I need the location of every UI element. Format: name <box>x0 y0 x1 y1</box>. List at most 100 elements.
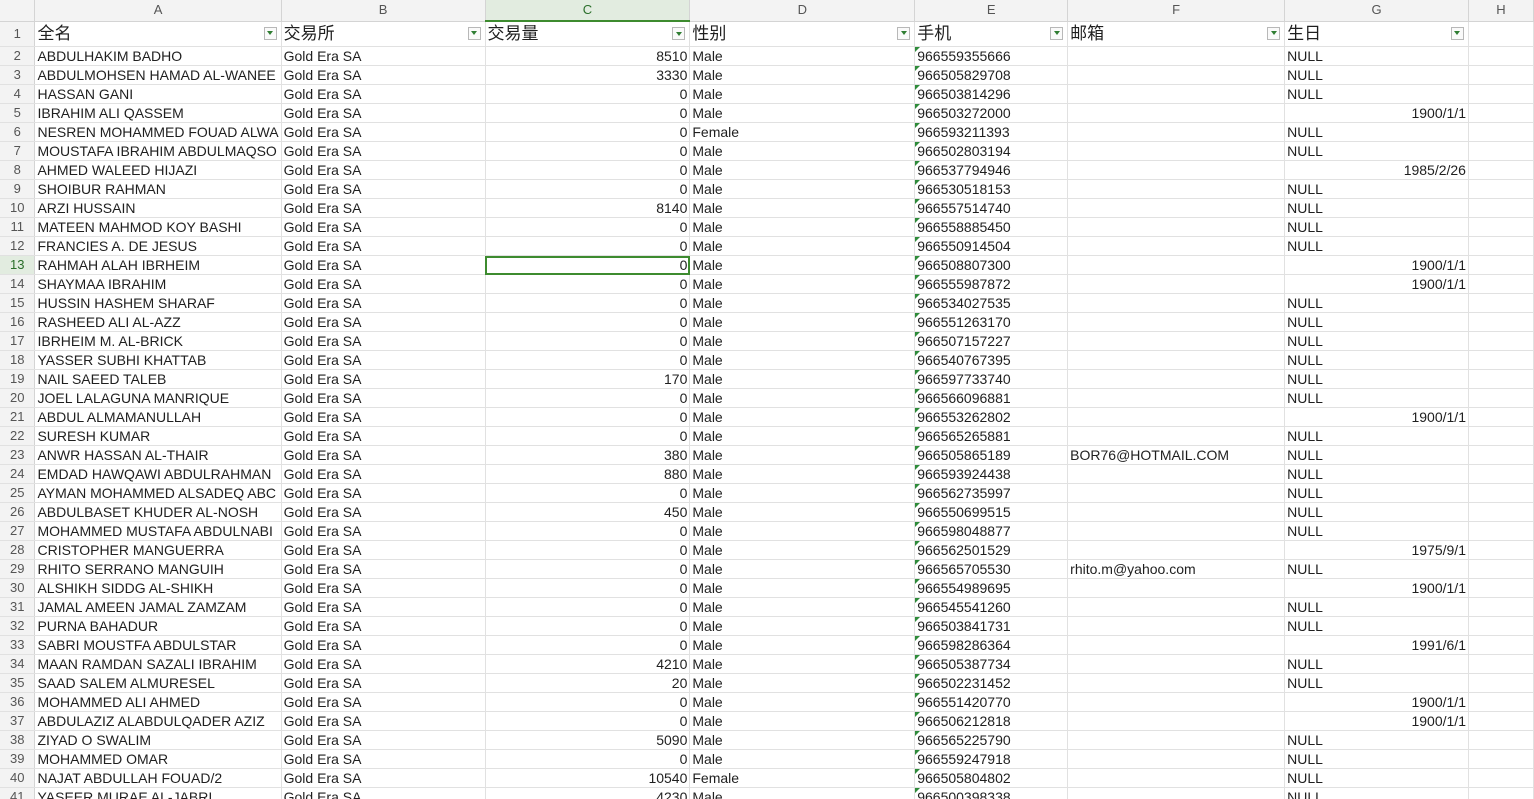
empty-cell[interactable] <box>1468 350 1534 370</box>
row-number[interactable]: 28 <box>0 540 36 560</box>
cell-phone[interactable]: 966505865189 <box>914 445 1069 465</box>
cell-volume[interactable]: 3330 <box>485 65 691 85</box>
cell-gender[interactable]: Male <box>689 103 916 123</box>
cell-email[interactable]: BOR76@HOTMAIL.COM <box>1067 445 1286 465</box>
empty-cell[interactable] <box>1468 426 1534 446</box>
header-cell-email[interactable]: 邮箱 <box>1067 21 1286 47</box>
empty-cell[interactable] <box>1468 198 1534 218</box>
cell-volume[interactable]: 0 <box>485 407 691 427</box>
row-number[interactable]: 20 <box>0 388 36 408</box>
row-number[interactable]: 5 <box>0 103 36 123</box>
cell-volume[interactable]: 0 <box>485 350 691 370</box>
cell-exchange[interactable]: Gold Era SA <box>281 521 486 541</box>
cell-full-name[interactable]: SHOIBUR RAHMAN <box>34 179 282 199</box>
cell-volume[interactable]: 0 <box>485 331 691 351</box>
filter-dropdown-icon[interactable] <box>467 26 481 40</box>
empty-cell[interactable] <box>1468 654 1534 674</box>
cell-email[interactable] <box>1067 312 1286 332</box>
cell-phone[interactable]: 966562501529 <box>914 540 1069 560</box>
cell-birthday[interactable]: NULL <box>1284 445 1469 465</box>
cell-exchange[interactable]: Gold Era SA <box>281 711 486 731</box>
cell-birthday[interactable]: NULL <box>1284 141 1469 161</box>
cell-exchange[interactable]: Gold Era SA <box>281 597 486 617</box>
cell-email[interactable]: rhito.m@yahoo.com <box>1067 559 1286 579</box>
row-number[interactable]: 9 <box>0 179 36 199</box>
cell-birthday[interactable]: NULL <box>1284 616 1469 636</box>
cell-phone[interactable]: 966551263170 <box>914 312 1069 332</box>
cell-exchange[interactable]: Gold Era SA <box>281 198 486 218</box>
cell-gender[interactable]: Male <box>689 160 916 180</box>
cell-volume[interactable]: 0 <box>485 483 691 503</box>
cell-birthday[interactable]: NULL <box>1284 768 1469 788</box>
empty-cell[interactable] <box>1468 768 1534 788</box>
cell-phone[interactable]: 966540767395 <box>914 350 1069 370</box>
row-number[interactable]: 23 <box>0 445 36 465</box>
cell-volume[interactable]: 0 <box>485 426 691 446</box>
cell-gender[interactable]: Male <box>689 198 916 218</box>
row-number[interactable]: 21 <box>0 407 36 427</box>
cell-volume[interactable]: 20 <box>485 673 691 693</box>
filter-dropdown-icon[interactable] <box>897 26 911 40</box>
cell-phone[interactable]: 966500398338 <box>914 787 1069 799</box>
cell-gender[interactable]: Male <box>689 597 916 617</box>
cell-exchange[interactable]: Gold Era SA <box>281 464 486 484</box>
empty-cell[interactable] <box>1468 597 1534 617</box>
cell-exchange[interactable]: Gold Era SA <box>281 312 486 332</box>
cell-phone[interactable]: 966566096881 <box>914 388 1069 408</box>
cell-email[interactable] <box>1067 160 1286 180</box>
cell-volume[interactable]: 0 <box>485 616 691 636</box>
cell-phone[interactable]: 966537794946 <box>914 160 1069 180</box>
cell-email[interactable] <box>1067 293 1286 313</box>
cell-gender[interactable]: Female <box>689 768 916 788</box>
cell-email[interactable] <box>1067 502 1286 522</box>
cell-phone[interactable]: 966534027535 <box>914 293 1069 313</box>
cell-email[interactable] <box>1067 274 1286 294</box>
cell-birthday[interactable]: 1900/1/1 <box>1284 711 1469 731</box>
cell-email[interactable] <box>1067 198 1286 218</box>
cell-exchange[interactable]: Gold Era SA <box>281 160 486 180</box>
cell-full-name[interactable]: ALSHIKH SIDDG AL-SHIKH <box>34 578 282 598</box>
cell-volume[interactable]: 0 <box>485 84 691 104</box>
cell-phone[interactable]: 966593924438 <box>914 464 1069 484</box>
cell-birthday[interactable]: NULL <box>1284 312 1469 332</box>
row-number[interactable]: 36 <box>0 692 36 712</box>
cell-gender[interactable]: Male <box>689 673 916 693</box>
cell-exchange[interactable]: Gold Era SA <box>281 274 486 294</box>
row-number[interactable]: 31 <box>0 597 36 617</box>
empty-cell[interactable] <box>1468 559 1534 579</box>
cell-exchange[interactable]: Gold Era SA <box>281 730 486 750</box>
cell-exchange[interactable]: Gold Era SA <box>281 84 486 104</box>
cell-gender[interactable]: Male <box>689 141 916 161</box>
cell-email[interactable] <box>1067 616 1286 636</box>
cell-full-name[interactable]: ABDULAZIZ ALABDULQADER AZIZ <box>34 711 282 731</box>
empty-cell[interactable] <box>1468 578 1534 598</box>
cell-volume[interactable]: 0 <box>485 692 691 712</box>
cell-phone[interactable]: 966565225790 <box>914 730 1069 750</box>
cell-birthday[interactable]: NULL <box>1284 749 1469 769</box>
empty-cell[interactable] <box>1468 160 1534 180</box>
cell-volume[interactable]: 0 <box>485 255 691 275</box>
cell-exchange[interactable]: Gold Era SA <box>281 559 486 579</box>
cell-birthday[interactable]: 1975/9/1 <box>1284 540 1469 560</box>
cell-birthday[interactable]: NULL <box>1284 369 1469 389</box>
cell-birthday[interactable]: NULL <box>1284 293 1469 313</box>
column-header-f[interactable]: F <box>1067 0 1286 22</box>
cell-volume[interactable]: 0 <box>485 749 691 769</box>
cell-full-name[interactable]: HASSAN GANI <box>34 84 282 104</box>
cell-full-name[interactable]: ABDULMOHSEN HAMAD AL-WANEE <box>34 65 282 85</box>
cell-exchange[interactable]: Gold Era SA <box>281 141 486 161</box>
empty-cell[interactable] <box>1468 616 1534 636</box>
cell-phone[interactable]: 966502803194 <box>914 141 1069 161</box>
cell-exchange[interactable]: Gold Era SA <box>281 654 486 674</box>
row-number[interactable]: 13 <box>0 255 36 275</box>
cell-birthday[interactable]: NULL <box>1284 597 1469 617</box>
cell-gender[interactable]: Male <box>689 635 916 655</box>
row-number[interactable]: 32 <box>0 616 36 636</box>
cell-email[interactable] <box>1067 521 1286 541</box>
cell-volume[interactable]: 0 <box>485 122 691 142</box>
cell-full-name[interactable]: ARZI HUSSAIN <box>34 198 282 218</box>
cell-exchange[interactable]: Gold Era SA <box>281 673 486 693</box>
empty-cell[interactable] <box>1468 65 1534 85</box>
empty-cell[interactable] <box>1468 236 1534 256</box>
cell-exchange[interactable]: Gold Era SA <box>281 445 486 465</box>
